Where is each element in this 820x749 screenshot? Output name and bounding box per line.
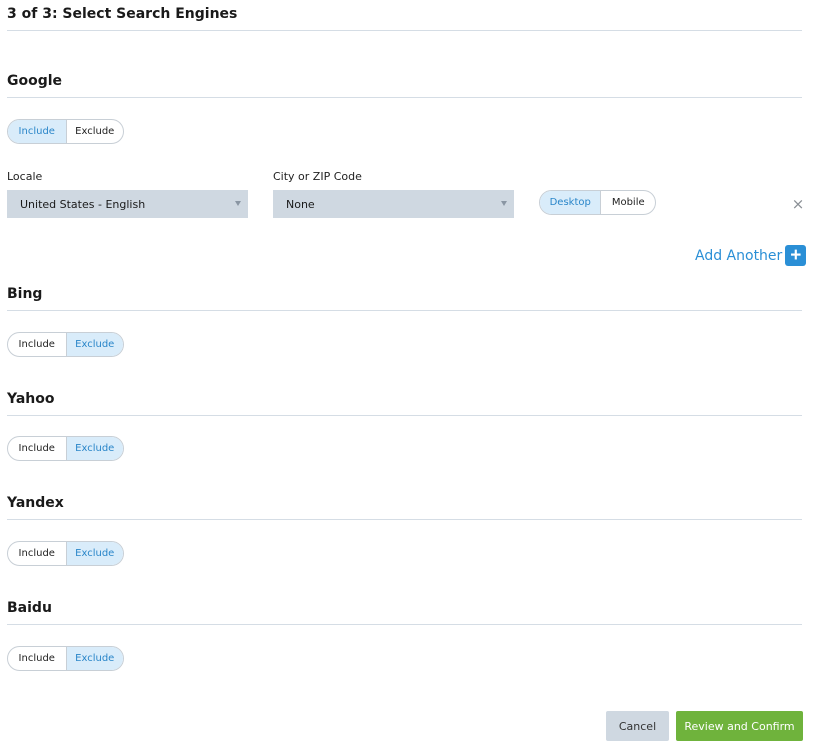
locale-label: Locale [7, 170, 43, 183]
yahoo-include-exclude-toggle: Include Exclude [7, 436, 124, 461]
mobile-option[interactable]: Mobile [600, 191, 655, 214]
bing-exclude-option[interactable]: Exclude [65, 333, 123, 356]
baidu-exclude-option[interactable]: Exclude [65, 647, 123, 670]
caret-down-icon [235, 201, 241, 206]
page-title: 3 of 3: Select Search Engines [7, 6, 238, 22]
device-toggle: Desktop Mobile [539, 190, 656, 215]
add-another-button[interactable]: Add Another + [695, 245, 807, 266]
cancel-button[interactable]: Cancel [606, 711, 669, 741]
desktop-option[interactable]: Desktop [540, 191, 601, 214]
close-icon[interactable]: × [791, 197, 805, 212]
city-zip-label: City or ZIP Code [273, 170, 362, 183]
divider [7, 519, 802, 520]
add-another-label: Add Another [695, 247, 783, 264]
caret-down-icon [501, 201, 507, 206]
baidu-include-exclude-toggle: Include Exclude [7, 646, 124, 671]
divider [7, 415, 802, 416]
divider [7, 30, 802, 31]
review-and-confirm-button[interactable]: Review and Confirm [676, 711, 803, 741]
divider [7, 624, 802, 625]
section-title-baidu: Baidu [7, 600, 52, 616]
yandex-include-option[interactable]: Include [8, 542, 66, 565]
section-title-google: Google [7, 73, 63, 89]
yahoo-exclude-option[interactable]: Exclude [65, 437, 123, 460]
section-title-yahoo: Yahoo [7, 391, 55, 407]
city-zip-select-value: None [286, 197, 315, 211]
locale-select[interactable]: United States - English [7, 190, 248, 218]
bing-include-exclude-toggle: Include Exclude [7, 332, 124, 357]
locale-select-value: United States - English [20, 197, 146, 211]
city-zip-select[interactable]: None [273, 190, 514, 218]
section-title-yandex: Yandex [7, 495, 64, 511]
google-exclude-option[interactable]: Exclude [65, 120, 124, 143]
yahoo-include-option[interactable]: Include [8, 437, 66, 460]
section-title-bing: Bing [7, 286, 43, 302]
plus-icon: + [785, 245, 807, 266]
yandex-include-exclude-toggle: Include Exclude [7, 541, 124, 566]
yandex-exclude-option[interactable]: Exclude [65, 542, 123, 565]
divider [7, 97, 802, 98]
google-include-option[interactable]: Include [8, 120, 66, 143]
baidu-include-option[interactable]: Include [8, 647, 66, 670]
google-include-exclude-toggle: Include Exclude [7, 119, 124, 144]
divider [7, 310, 802, 311]
bing-include-option[interactable]: Include [8, 333, 66, 356]
